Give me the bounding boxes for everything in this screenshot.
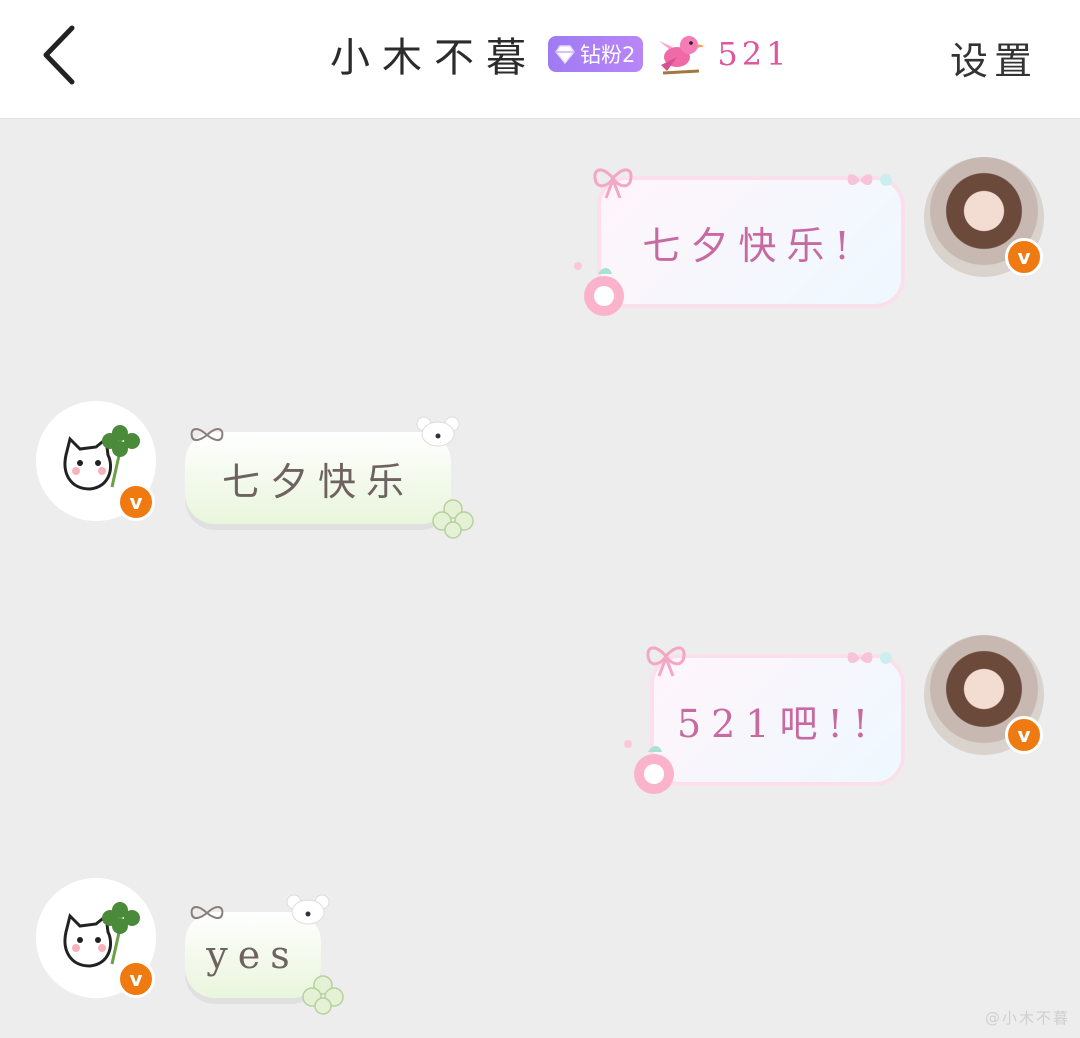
bow-icon: [847, 174, 892, 186]
peach-icon: [574, 262, 624, 316]
bow-icon: [593, 168, 633, 199]
bow-icon: [190, 428, 224, 442]
bow-icon: [847, 652, 892, 664]
message-text: 521吧!!: [676, 701, 879, 746]
chevron-left-icon: [43, 25, 75, 85]
clover-icon: [302, 975, 344, 1015]
verified-badge: v: [1005, 238, 1043, 276]
bow-icon: [190, 906, 224, 920]
bird-icon: [659, 36, 706, 75]
bow-icon: [646, 646, 686, 677]
message-text: 七夕快乐!: [642, 223, 860, 268]
koala-icon: [286, 894, 330, 925]
diamond-icon: [555, 45, 575, 65]
message-text: 七夕快乐: [221, 459, 414, 504]
verified-badge: v: [117, 483, 155, 521]
fan-level-label: 钻粉2: [580, 43, 636, 67]
verified-badge: v: [117, 960, 155, 998]
koala-icon: [416, 416, 460, 447]
chat-title: 小木不暮 钻粉2 521: [330, 28, 791, 81]
fan-number: 521: [717, 35, 791, 73]
message-text: yes: [206, 933, 300, 977]
watermark: @小木不暮: [984, 1009, 1070, 1027]
fan-level-badge: 钻粉2: [548, 36, 644, 72]
verified-badge: v: [1005, 716, 1043, 754]
back-button[interactable]: [36, 24, 84, 86]
chat-partner-name: 小木不暮: [330, 35, 538, 81]
clover-icon: [432, 499, 474, 539]
peach-icon: [624, 740, 674, 794]
top-bar: 小木不暮 钻粉2 521 设置: [0, 0, 1080, 119]
settings-button[interactable]: 设置: [950, 30, 1038, 85]
